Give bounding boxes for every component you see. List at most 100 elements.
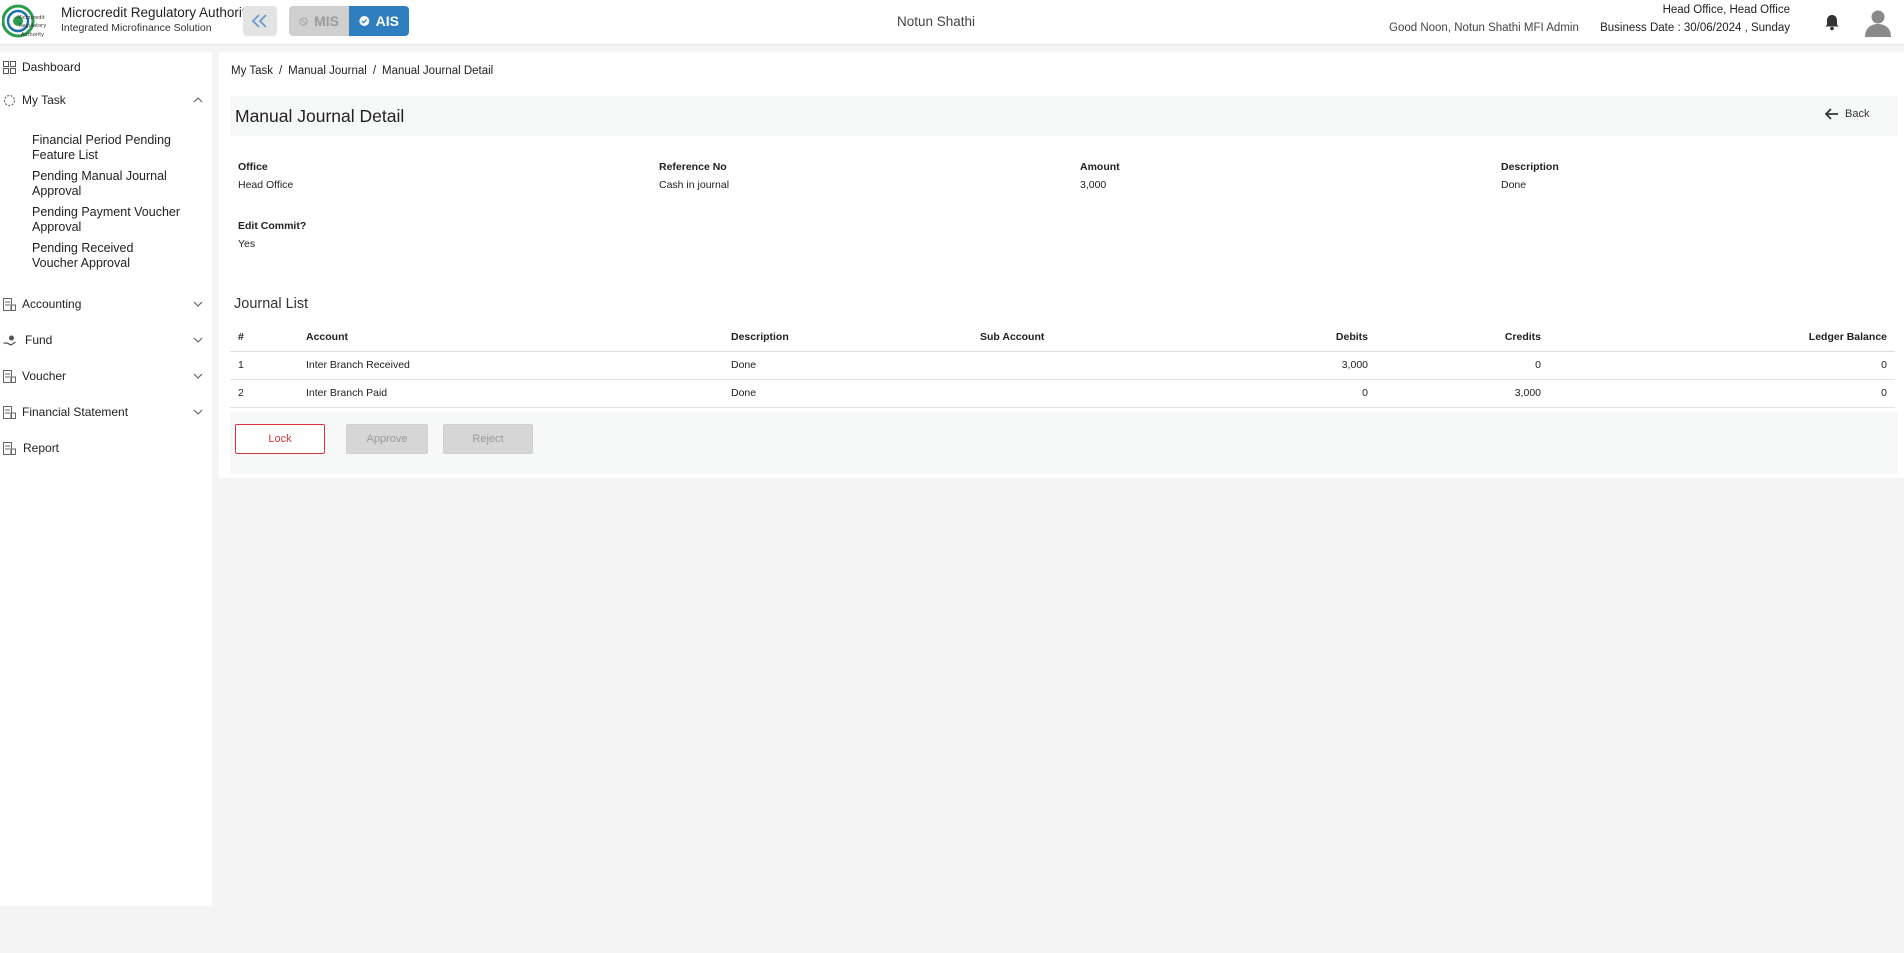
chevron-down-icon — [193, 337, 203, 343]
column-header: Sub Account — [972, 323, 1132, 352]
svg-text:Regulatory: Regulatory — [19, 23, 46, 29]
ais-mode-button[interactable]: AIS — [349, 6, 409, 36]
table-cell: 0 — [1376, 351, 1549, 380]
card-header: Manual Journal Detail Back — [230, 96, 1898, 136]
ledger-icon — [3, 441, 16, 455]
column-header: Description — [723, 323, 972, 352]
notification-bell-icon[interactable] — [1824, 13, 1840, 31]
reference-no-label: Reference No — [659, 161, 727, 173]
chevron-up-icon — [193, 97, 203, 103]
blocked-icon — [299, 16, 308, 26]
column-header: Ledger Balance — [1549, 323, 1895, 352]
back-button[interactable]: Back — [1825, 108, 1869, 120]
sidebar-subitem-pending-received-voucher[interactable]: Pending Received Voucher Approval — [32, 241, 182, 271]
sidebar-subitem-pending-manual-journal[interactable]: Pending Manual Journal Approval — [32, 169, 182, 199]
table-cell: 3,000 — [1376, 379, 1549, 408]
table-cell: 1 — [230, 351, 298, 380]
breadcrumb-manual-journal[interactable]: Manual Journal — [288, 65, 367, 77]
edit-commit-value: Yes — [238, 238, 256, 250]
office-value: Head Office — [238, 179, 294, 191]
reject-button[interactable]: Reject — [443, 424, 533, 454]
sidebar-item-label: Dashboard — [22, 60, 81, 74]
sidebar-subitem-pending-payment-voucher[interactable]: Pending Payment Voucher Approval — [32, 205, 182, 235]
breadcrumb-separator: / — [278, 65, 283, 77]
user-greeting: Good Noon, Notun Shathi MFI Admin — [1389, 22, 1579, 34]
journal-list-title: Journal List — [234, 296, 309, 312]
chevron-down-icon — [193, 409, 203, 415]
hand-coin-icon — [3, 335, 16, 346]
mis-mode-button[interactable]: MIS — [289, 6, 349, 36]
business-date: Business Date : 30/06/2024 , Sunday — [1600, 22, 1790, 34]
ais-mode-label: AIS — [375, 13, 399, 29]
sidebar: Dashboard My Task Financial Period Pendi… — [0, 52, 212, 906]
back-button-label: Back — [1845, 108, 1870, 120]
breadcrumb-my-task[interactable]: My Task — [231, 65, 273, 77]
top-header: Microcredit Regulatory Authority Microcr… — [0, 0, 1904, 45]
table-row: 2 Inter Branch Paid Done 0 3,000 0 — [230, 379, 1895, 408]
check-circle-icon — [359, 16, 370, 26]
card-body: Office Head Office Reference No Cash in … — [230, 136, 1898, 474]
column-header: # — [230, 323, 298, 352]
ledger-icon — [3, 297, 16, 311]
user-avatar-icon[interactable] — [1863, 7, 1893, 37]
table-cell: Inter Branch Received — [298, 351, 723, 380]
brand-title: Microcredit Regulatory Authority — [61, 5, 253, 20]
chevron-down-icon — [193, 373, 203, 379]
svg-text:Authority: Authority — [21, 32, 44, 38]
sidebar-item-label: Financial Statement — [22, 405, 129, 419]
reference-no-value: Cash in journal — [659, 179, 730, 191]
arrow-left-icon — [1825, 108, 1838, 120]
ledger-icon — [3, 369, 16, 383]
table-cell: 0 — [1132, 379, 1376, 408]
svg-text:Microcredit: Microcredit — [17, 15, 45, 21]
table-cell — [972, 351, 1132, 380]
office-name: Head Office, Head Office — [1662, 4, 1790, 16]
collapse-sidebar-button[interactable] — [243, 6, 277, 36]
table-cell: Inter Branch Paid — [298, 379, 723, 408]
sidebar-item-label: Voucher — [22, 369, 67, 383]
approve-button[interactable]: Approve — [346, 424, 428, 454]
journal-table: # Account Description Sub Account Debits… — [230, 323, 1895, 408]
sidebar-subitem-financial-period-pending[interactable]: Financial Period Pending Feature List — [32, 133, 182, 163]
mis-mode-label: MIS — [314, 13, 339, 29]
mra-logo: Microcredit Regulatory Authority — [1, 3, 56, 39]
sidebar-item-label: My Task — [22, 93, 66, 107]
sidebar-item-fund[interactable]: Fund — [0, 328, 212, 352]
sidebar-item-financial-statement[interactable]: Financial Statement — [0, 400, 212, 424]
ledger-icon — [3, 405, 16, 419]
amount-label: Amount — [1080, 161, 1120, 173]
brand-subtitle: Integrated Microfinance Solution — [61, 22, 212, 34]
table-row: 1 Inter Branch Received Done 3,000 0 0 — [230, 351, 1895, 380]
organization-name: Notun Shathi — [897, 14, 976, 29]
double-chevron-left-icon — [251, 14, 267, 28]
chevron-down-icon — [193, 301, 203, 307]
page-title: Manual Journal Detail — [235, 106, 405, 126]
office-label: Office — [238, 161, 268, 173]
action-bar: Lock Approve Reject — [230, 412, 1898, 474]
table-cell: 2 — [230, 379, 298, 408]
sidebar-item-label: Fund — [25, 333, 53, 347]
sidebar-item-dashboard[interactable]: Dashboard — [0, 55, 212, 79]
table-cell — [972, 379, 1132, 408]
breadcrumb: My Task / Manual Journal / Manual Journa… — [231, 65, 493, 77]
journal-detail-card: Manual Journal Detail Back Office Head O… — [230, 96, 1898, 474]
breadcrumb-separator: / — [372, 65, 377, 77]
column-header: Debits — [1132, 323, 1376, 352]
description-label: Description — [1501, 161, 1559, 173]
lock-button[interactable]: Lock — [235, 424, 325, 454]
column-header: Credits — [1376, 323, 1549, 352]
loader-icon — [3, 94, 16, 106]
amount-value: 3,000 — [1080, 179, 1107, 191]
description-value: Done — [1501, 179, 1527, 191]
sidebar-item-report[interactable]: Report — [0, 436, 212, 460]
mode-switch: MIS AIS — [289, 6, 409, 36]
column-header: Account — [298, 323, 723, 352]
sidebar-item-label: Report — [23, 441, 60, 455]
sidebar-item-voucher[interactable]: Voucher — [0, 364, 212, 388]
sidebar-item-my-task[interactable]: My Task — [0, 88, 212, 112]
sidebar-item-label: Accounting — [22, 297, 82, 311]
table-cell: Done — [723, 379, 972, 408]
edit-commit-label: Edit Commit? — [238, 220, 307, 232]
table-cell: 0 — [1549, 351, 1895, 380]
sidebar-item-accounting[interactable]: Accounting — [0, 292, 212, 316]
